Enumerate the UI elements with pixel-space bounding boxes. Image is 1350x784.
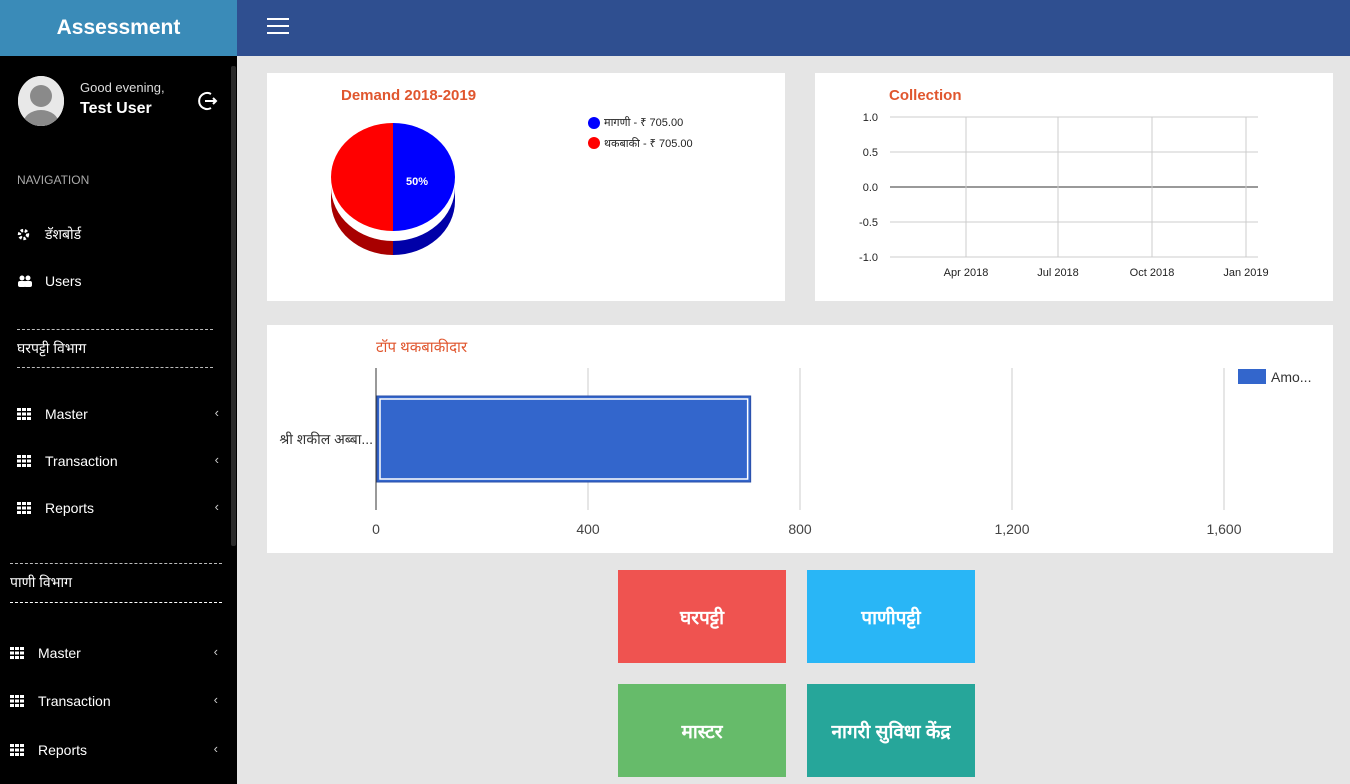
sidebar-item-users[interactable]: Users bbox=[17, 269, 223, 293]
greeting-text: Good evening, bbox=[80, 80, 165, 95]
sidebar-item-label: Reports bbox=[38, 742, 88, 758]
grid-icon bbox=[17, 502, 35, 514]
x-tick-label: 1,600 bbox=[1206, 521, 1241, 537]
chevron-left-icon: ‹ bbox=[213, 644, 218, 659]
collection-chart-card: Collection 1.0 0.5 0.0 -0.5 -1.0 Apr 2018 Jul … bbox=[815, 73, 1333, 301]
divider bbox=[17, 367, 213, 368]
x-tick-label: Jan 2019 bbox=[1223, 267, 1268, 279]
sidebar-item-transaction[interactable]: Transaction ‹ bbox=[17, 449, 223, 473]
app-title[interactable]: Assessment bbox=[0, 0, 237, 56]
divider bbox=[10, 563, 222, 564]
top-defaulters-card: टॉप थकबाकीदार 0 400 800 1,200 1,600 श्री शकील… bbox=[267, 325, 1333, 553]
legend-label: थकबाकी - ₹ 705.00 bbox=[604, 137, 693, 150]
chevron-left-icon: ‹ bbox=[213, 692, 218, 707]
bar[interactable] bbox=[376, 395, 752, 483]
user-name: Test User bbox=[80, 100, 152, 117]
x-tick-label: Oct 2018 bbox=[1130, 267, 1175, 279]
chevron-left-icon: ‹ bbox=[214, 499, 219, 514]
grid-icon bbox=[17, 408, 35, 420]
top-defaulters-bar-chart: 0 400 800 1,200 1,600 श्री शकील अब्बा... Amo..… bbox=[279, 368, 1311, 537]
x-tick-label: 800 bbox=[788, 521, 812, 537]
panipatti-tile-button[interactable]: पाणीपट्टी bbox=[807, 570, 975, 663]
demand-pie-chart: 50% 50% मागणी - ₹ 705.00 थकबाकी - ₹ 705.… bbox=[306, 116, 693, 255]
sidebar: Assessment Good evening, Test User NAVIG… bbox=[0, 0, 237, 784]
sidebar-item-transaction[interactable]: Transaction ‹ bbox=[10, 689, 218, 713]
grid-icon bbox=[17, 455, 35, 467]
sidebar-item-dashboard[interactable]: डॅशबोर्ड bbox=[17, 222, 223, 246]
pie-data-label: 50% bbox=[306, 176, 328, 188]
user-avatar-icon bbox=[18, 76, 64, 126]
y-tick-label: 1.0 bbox=[863, 112, 878, 124]
y-tick-label: 0.5 bbox=[863, 147, 878, 159]
y-category-label: श्री शकील अब्बा... bbox=[279, 431, 373, 447]
nav-heading: NAVIGATION bbox=[17, 173, 90, 187]
divider bbox=[17, 329, 213, 330]
grid-icon bbox=[10, 647, 28, 659]
top-navbar bbox=[237, 0, 1350, 56]
gharpatti-tile-button[interactable]: घरपट्टी bbox=[618, 570, 786, 663]
chevron-left-icon: ‹ bbox=[213, 741, 218, 756]
section-title-pani: पाणी विभाग bbox=[10, 574, 72, 590]
logout-icon[interactable] bbox=[198, 90, 218, 117]
sidebar-item-master[interactable]: Master ‹ bbox=[17, 402, 223, 426]
x-tick-label: 1,200 bbox=[994, 521, 1029, 537]
sidebar-item-reports[interactable]: Reports ‹ bbox=[10, 738, 218, 762]
pie-data-label: 50% bbox=[406, 176, 428, 188]
legend-marker bbox=[588, 117, 600, 129]
legend-label: Amo... bbox=[1271, 369, 1311, 385]
x-tick-label: Jul 2018 bbox=[1037, 267, 1079, 279]
grid-icon bbox=[10, 695, 28, 707]
y-tick-label: 0.0 bbox=[863, 182, 878, 194]
x-tick-label: 400 bbox=[576, 521, 600, 537]
sidebar-item-label: Reports bbox=[45, 500, 95, 516]
master-tile-button[interactable]: मास्टर bbox=[618, 684, 786, 777]
avatar[interactable] bbox=[18, 76, 64, 126]
sidebar-item-label: डॅशबोर्ड bbox=[45, 225, 82, 242]
x-tick-label: Apr 2018 bbox=[944, 267, 989, 279]
sidebar-item-master[interactable]: Master ‹ bbox=[10, 641, 218, 665]
legend-marker bbox=[588, 137, 600, 149]
user-profile: Good evening, Test User bbox=[18, 76, 218, 128]
legend-label: मागणी - ₹ 705.00 bbox=[604, 116, 683, 129]
gear-icon bbox=[17, 228, 35, 241]
sidebar-item-label: Transaction bbox=[38, 693, 111, 709]
y-tick-label: -1.0 bbox=[859, 252, 878, 264]
sidebar-item-label: Master bbox=[45, 406, 88, 422]
sidebar-item-label: Transaction bbox=[45, 453, 118, 469]
pie-slice[interactable] bbox=[331, 123, 393, 231]
chevron-left-icon: ‹ bbox=[214, 452, 219, 467]
x-tick-label: 0 bbox=[372, 521, 380, 537]
demand-chart-card: Demand 2018-2019 50% 50% मागणी - ₹ 705.0… bbox=[267, 73, 785, 301]
users-icon bbox=[17, 275, 35, 288]
hamburger-menu-icon[interactable] bbox=[267, 18, 289, 39]
y-tick-label: -0.5 bbox=[859, 217, 878, 229]
section-title-gharpatti: घरपट्टी विभाग bbox=[17, 340, 87, 356]
nagari-suvidha-tile-button[interactable]: नागरी सुविधा केंद्र bbox=[807, 684, 975, 777]
sidebar-scrollbar[interactable] bbox=[231, 66, 236, 546]
collection-line-chart: 1.0 0.5 0.0 -0.5 -1.0 Apr 2018 Jul 2018 Oct 201… bbox=[859, 112, 1269, 279]
sidebar-item-reports[interactable]: Reports ‹ bbox=[17, 496, 223, 520]
divider bbox=[10, 602, 222, 603]
grid-icon bbox=[10, 744, 28, 756]
chevron-left-icon: ‹ bbox=[214, 405, 219, 420]
legend-marker bbox=[1238, 369, 1266, 384]
sidebar-item-label: Users bbox=[45, 273, 82, 289]
sidebar-item-label: Master bbox=[38, 645, 81, 661]
